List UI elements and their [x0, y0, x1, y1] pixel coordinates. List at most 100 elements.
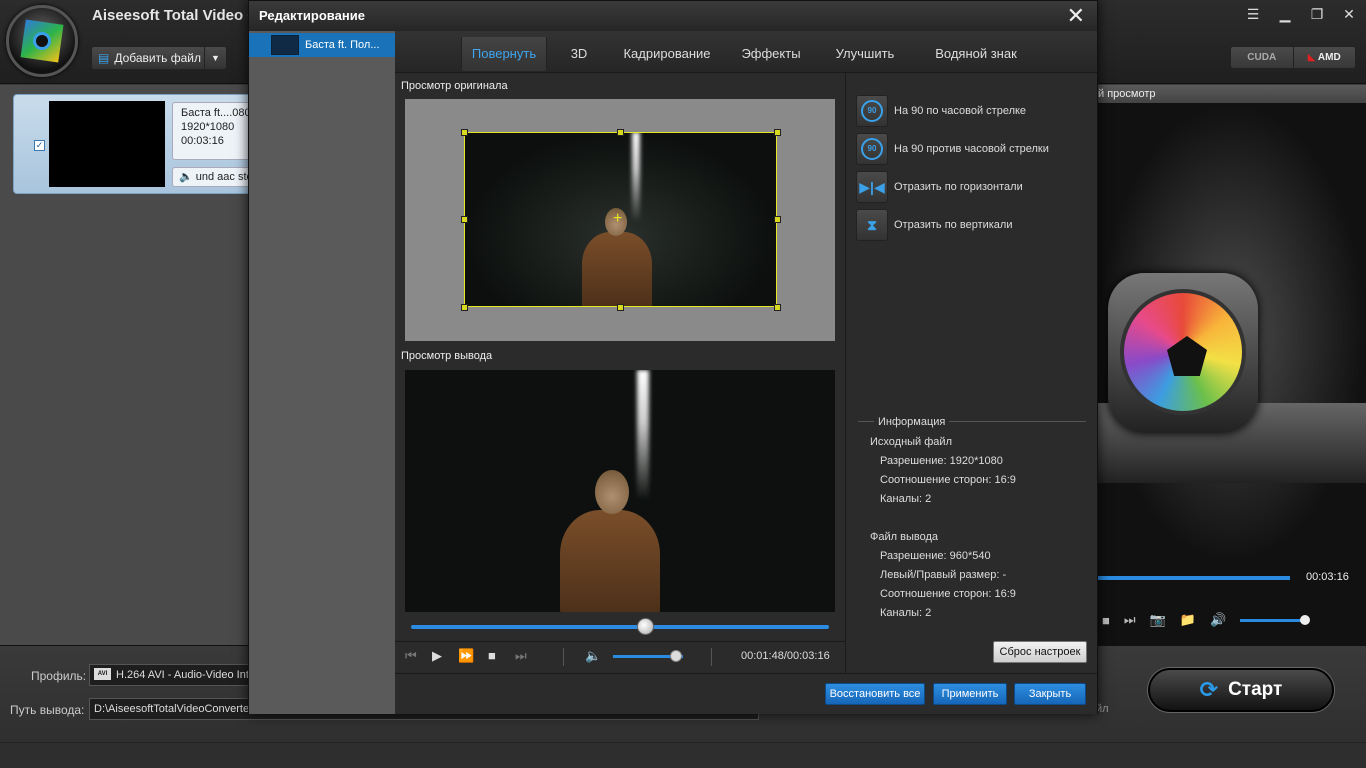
volume-icon[interactable]: 🔈	[585, 648, 601, 664]
output-resolution: Разрешение: 960*540	[880, 550, 991, 562]
playback-progress-handle[interactable]	[636, 618, 654, 635]
playback-controls: ⏮ ▶ ⏩ ■ ⏭ 🔈 00:01:48/00:03:16	[395, 641, 845, 671]
menu-icon[interactable]: ☰	[1244, 6, 1262, 22]
crop-handle-tc[interactable]	[617, 129, 624, 136]
stop-icon[interactable]: ■	[1102, 613, 1110, 628]
start-label: Старт	[1228, 679, 1283, 700]
tab-effects[interactable]: Эффекты	[733, 37, 809, 71]
add-file-button[interactable]: ▤ Добавить файл ▼	[91, 46, 227, 70]
amd-icon: ◣	[1307, 52, 1316, 63]
restore-all-button[interactable]: Восстановить все	[825, 683, 925, 705]
main-preview-controls: ■ ⏭ 📷 📁 🔊	[1098, 605, 1366, 635]
amd-label: AMD	[1317, 52, 1341, 63]
source-resolution: Разрешение: 1920*1080	[880, 455, 1003, 467]
crop-handle-ml[interactable]	[461, 216, 468, 223]
add-file-dropdown-icon[interactable]: ▼	[204, 47, 226, 69]
rotate-cw-icon: 90	[861, 100, 883, 122]
source-aspect: Соотношение сторон: 16:9	[880, 474, 1016, 486]
source-channels: Каналы: 2	[880, 493, 932, 505]
app-logo	[6, 5, 78, 77]
main-preview-view	[1098, 103, 1366, 563]
flip-vertical-label: Отразить по вертикали	[894, 219, 1013, 231]
close-icon[interactable]: ✕	[1067, 4, 1085, 28]
flip-horizontal-label: Отразить по горизонтали	[894, 181, 1023, 193]
profile-select[interactable]: AVI H.264 AVI - Audio-Video Int	[89, 664, 259, 686]
folder-icon[interactable]: 📁	[1180, 612, 1196, 628]
fast-forward-icon[interactable]: ⏩	[458, 648, 474, 664]
tab-rotate[interactable]: Повернуть	[461, 37, 547, 71]
edit-dialog: Редактирование ✕ Баста ft. Пол... Поверн…	[248, 0, 1098, 714]
rotate-ccw-button[interactable]: 90	[856, 133, 888, 165]
app-title: Aiseesoft Total Video Co	[92, 7, 268, 24]
output-heading: Файл вывода	[870, 531, 938, 543]
main-volume-slider[interactable]	[1240, 614, 1311, 625]
apply-button[interactable]: Применить	[933, 683, 1007, 705]
main-preview-panel: й просмотр 00:03:16 ■ ⏭ 📷 📁 🔊	[1098, 85, 1366, 645]
file-thumbnail	[49, 101, 165, 187]
edit-tabs: Повернуть 3D Кадрирование Эффекты Улучши…	[395, 31, 1097, 73]
snapshot-icon[interactable]: 📷	[1150, 612, 1166, 628]
main-preview-time: 00:03:16	[1306, 571, 1349, 583]
close-button[interactable]: Закрыть	[1014, 683, 1086, 705]
crop-handle-tl[interactable]	[461, 129, 468, 136]
tab-enhance[interactable]: Улучшить	[825, 37, 905, 71]
crop-frame[interactable]: +	[464, 132, 777, 307]
dialog-footer: Восстановить все Применить Закрыть	[395, 673, 1097, 714]
playback-progress-bar[interactable]	[411, 625, 829, 629]
start-button[interactable]: ⟳ Старт	[1148, 668, 1334, 712]
dialog-file-thumbnail	[271, 35, 299, 55]
audio-track-label: und aac ste	[195, 171, 253, 183]
dialog-file-item[interactable]: Баста ft. Пол...	[249, 33, 395, 57]
stop-icon[interactable]: ■	[488, 648, 496, 663]
volume-handle[interactable]	[670, 650, 682, 662]
rotate-cw-button[interactable]: 90	[856, 95, 888, 127]
close-window-icon[interactable]: ✕	[1340, 6, 1358, 22]
minimize-icon[interactable]: ▁	[1276, 6, 1294, 22]
play-icon[interactable]: ▶	[432, 648, 442, 664]
add-file-label: Добавить файл	[114, 51, 201, 65]
output-path-label: Путь вывода:	[10, 703, 85, 717]
avi-icon: AVI	[94, 668, 111, 680]
tab-3d[interactable]: 3D	[560, 37, 598, 71]
original-preview: +	[405, 99, 835, 341]
crop-handle-bl[interactable]	[461, 304, 468, 311]
maximize-icon[interactable]: ❐	[1308, 6, 1326, 22]
skip-start-icon[interactable]: ⏮	[405, 648, 417, 664]
file-list-item[interactable]: ✓ Баста ft....080 1920*1080 00:03:16 🔈 u…	[13, 94, 282, 194]
tab-watermark[interactable]: Водяной знак	[921, 37, 1031, 71]
amd-badge[interactable]: ◣ AMD	[1294, 47, 1356, 68]
volume-icon[interactable]: 🔊	[1210, 612, 1226, 628]
rotate-cw-label: На 90 по часовой стрелке	[894, 105, 1027, 117]
reset-settings-button[interactable]: Сброс настроек	[993, 641, 1087, 663]
file-checkbox[interactable]: ✓	[34, 140, 45, 151]
main-preview-title: й просмотр	[1098, 85, 1366, 103]
refresh-icon: ⟳	[1199, 677, 1219, 702]
flip-horizontal-icon: ▶|◀	[859, 178, 885, 195]
main-preview-progress[interactable]	[1098, 576, 1290, 580]
tab-crop[interactable]: Кадрирование	[611, 37, 723, 71]
output-preview-label: Просмотр вывода	[401, 350, 493, 362]
flip-horizontal-button[interactable]: ▶|◀	[856, 171, 888, 203]
rotate-panel: 90 На 90 по часовой стрелке 90 На 90 про…	[845, 73, 1097, 673]
window-controls: ☰ ▁ ❐ ✕	[1244, 6, 1358, 22]
dialog-file-list: Баста ft. Пол...	[249, 31, 395, 714]
skip-end-icon[interactable]: ⏭	[515, 648, 527, 664]
crop-handle-br[interactable]	[774, 304, 781, 311]
profile-value: H.264 AVI - Audio-Video Int	[116, 669, 249, 681]
output-channels: Каналы: 2	[880, 607, 932, 619]
dialog-file-label: Баста ft. Пол...	[305, 39, 380, 51]
output-aspect: Соотношение сторон: 16:9	[880, 588, 1016, 600]
profile-label: Профиль:	[31, 669, 87, 683]
crop-handle-tr[interactable]	[774, 129, 781, 136]
crop-handle-mr[interactable]	[774, 216, 781, 223]
playback-time: 00:01:48/00:03:16	[741, 650, 830, 662]
camera-logo-image	[1108, 273, 1258, 433]
crop-handle-bc[interactable]	[617, 304, 624, 311]
dialog-titlebar: Редактирование ✕	[249, 1, 1097, 31]
info-title: Информация	[874, 416, 950, 428]
cuda-badge[interactable]: CUDA	[1231, 47, 1294, 68]
output-lr-size: Левый/Правый размер: -	[880, 569, 1007, 581]
dialog-content: Просмотр оригинала + Просмотр вывода ⏮ ▶…	[395, 73, 1097, 673]
next-icon[interactable]: ⏭	[1124, 612, 1136, 628]
flip-vertical-button[interactable]: ⧗	[856, 209, 888, 241]
